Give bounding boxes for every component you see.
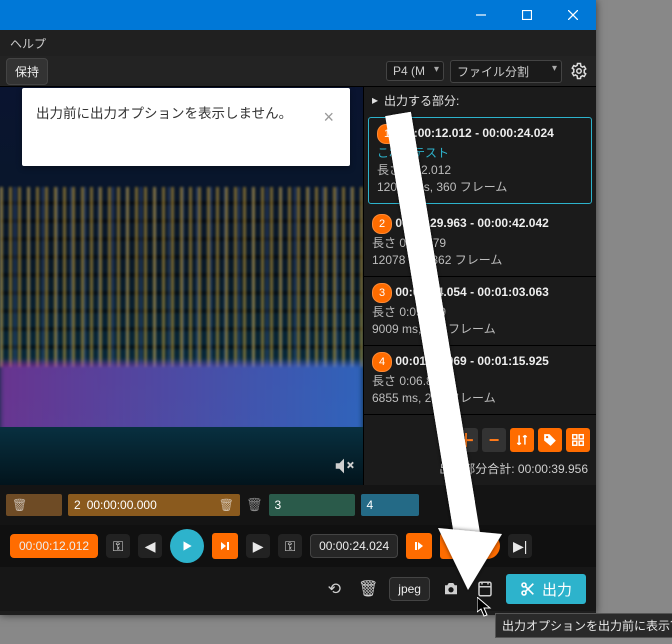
tooltip: 出力オプションを出力前に表示？ xyxy=(495,613,672,638)
delete-icon[interactable]: 🗑 xyxy=(355,576,381,602)
segments-total: 出力部分合計: 00:00:39.956 xyxy=(364,456,596,485)
menubar: ヘルプ xyxy=(0,30,596,56)
next-icon[interactable]: ▶ xyxy=(246,534,270,558)
segment-frames: 12012 ms, 360 フレーム xyxy=(377,178,583,195)
step-forward-button[interactable] xyxy=(212,533,238,559)
minimize-button[interactable] xyxy=(458,0,504,30)
timeline-clip[interactable]: 3 xyxy=(269,494,355,516)
clip-label: 4 xyxy=(367,498,374,512)
segment-badge: 4 xyxy=(372,352,392,372)
timeline-clip[interactable]: 2 00:00:00.000 🗑 xyxy=(68,494,240,516)
cut-end-button[interactable] xyxy=(440,533,466,559)
segment-frames: 9009 ms, 270 フレーム xyxy=(372,320,588,337)
segment-toolbar: ＋ − xyxy=(364,424,596,456)
screenshot-format[interactable]: jpeg xyxy=(389,577,430,601)
segment-frames: 12078 ms, 362 フレーム xyxy=(372,251,588,268)
bottom-bar: ⟲ 🗑 jpeg 出力 xyxy=(0,567,596,611)
keyframe-left-icon[interactable]: ⚿ xyxy=(106,534,130,558)
maximize-button[interactable] xyxy=(504,0,550,30)
play-button[interactable] xyxy=(170,529,204,563)
add-segment-button[interactable]: ＋ xyxy=(454,428,478,452)
menu-help[interactable]: ヘルプ xyxy=(10,35,46,52)
segment-range: 00:01:09.069 - 00:01:15.925 xyxy=(395,354,548,368)
segment-item[interactable]: 4 00:01:09.069 - 00:01:15.925 長さ 0:06.85… xyxy=(364,346,596,415)
mute-icon[interactable] xyxy=(333,455,355,477)
cursor-icon xyxy=(477,597,493,617)
segment-badge: 2 xyxy=(372,214,392,234)
segment-range: 00:00:12.012 - 00:00:24.024 xyxy=(400,126,553,140)
cut-start-button[interactable] xyxy=(406,533,432,559)
clip-label: 3 xyxy=(275,498,282,512)
prev-icon[interactable]: ◀ xyxy=(138,534,162,558)
sort-button[interactable] xyxy=(510,428,534,452)
format-combo[interactable]: P4 (M xyxy=(386,61,444,81)
segment-length: 長さ 0:06.856 xyxy=(372,372,588,389)
segments-heading[interactable]: ▸ 出力する部分: xyxy=(364,87,596,113)
titlebar xyxy=(0,0,596,30)
close-button[interactable] xyxy=(550,0,596,30)
segment-length: 長さ 0:09.009 xyxy=(372,303,588,320)
export-button[interactable]: 出力 xyxy=(506,574,586,604)
in-time[interactable]: 00:00:12.012 xyxy=(10,534,98,558)
timeline-clip[interactable]: 4 xyxy=(361,494,419,516)
trash-icon[interactable]: 🗑 xyxy=(12,498,27,512)
export-label: 出力 xyxy=(542,579,572,600)
segment-item[interactable]: 1 00:00:12.012 - 00:00:24.024 これはテスト 長さ … xyxy=(368,117,592,204)
segment-item[interactable]: 3 00:00:54.054 - 00:01:03.063 長さ 0:09.00… xyxy=(364,277,596,346)
keep-chip[interactable]: 保持 xyxy=(6,58,48,85)
segment-count-badge: 2 xyxy=(474,533,500,559)
segment-badge: 1 xyxy=(377,124,397,144)
playback-controls: 00:00:12.012 ⚿ ◀ ▶ ⚿ 00:00:24.024 2 ▶| xyxy=(0,525,596,567)
toolbar: 保持 P4 (M ファイル分割 xyxy=(0,56,596,87)
segment-length: 長さ 0:12.079 xyxy=(372,234,588,251)
remove-segment-button[interactable]: − xyxy=(482,428,506,452)
scissors-icon xyxy=(520,581,536,597)
segment-frames: 6855 ms, 205 フレーム xyxy=(372,389,588,406)
close-icon[interactable]: × xyxy=(319,104,338,131)
segment-range: 00:00:29.963 - 00:00:42.042 xyxy=(395,216,548,230)
out-time[interactable]: 00:00:24.024 xyxy=(310,534,398,558)
timeline-clip[interactable]: 🗑 xyxy=(6,494,62,516)
toast-popup: 出力前に出力オプションを表示しません。 × xyxy=(22,88,350,166)
segment-item[interactable]: 2 00:00:29.963 - 00:00:42.042 長さ 0:12.07… xyxy=(364,208,596,277)
grid-button[interactable] xyxy=(566,428,590,452)
camera-icon[interactable] xyxy=(438,576,464,602)
segment-length: 長さ 0:12.012 xyxy=(377,161,583,178)
split-combo[interactable]: ファイル分割 xyxy=(450,60,562,83)
chevron-right-icon: ▸ xyxy=(372,93,378,107)
rotate-icon[interactable]: ⟲ xyxy=(321,576,347,602)
tag-button[interactable] xyxy=(538,428,562,452)
clip-label: 2 xyxy=(74,498,81,512)
timeline[interactable]: 🗑 2 00:00:00.000 🗑 🗑 3 4 xyxy=(0,485,596,525)
clip-time: 00:00:00.000 xyxy=(87,498,157,512)
trash-icon[interactable]: 🗑 xyxy=(246,497,263,513)
gear-icon[interactable] xyxy=(568,60,590,82)
trash-icon[interactable]: 🗑 xyxy=(219,498,234,512)
segments-panel: ▸ 出力する部分: 1 00:00:12.012 - 00:00:24.024 … xyxy=(363,87,596,485)
segment-title: これはテスト xyxy=(377,144,583,161)
segment-badge: 3 xyxy=(372,283,392,303)
toast-message: 出力前に出力オプションを表示しません。 xyxy=(36,104,292,124)
segments-heading-label: 出力する部分: xyxy=(384,92,459,109)
segment-range: 00:00:54.054 - 00:01:03.063 xyxy=(395,285,548,299)
skip-end-icon[interactable]: ▶| xyxy=(508,534,532,558)
keyframe-right-icon[interactable]: ⚿ xyxy=(278,534,302,558)
